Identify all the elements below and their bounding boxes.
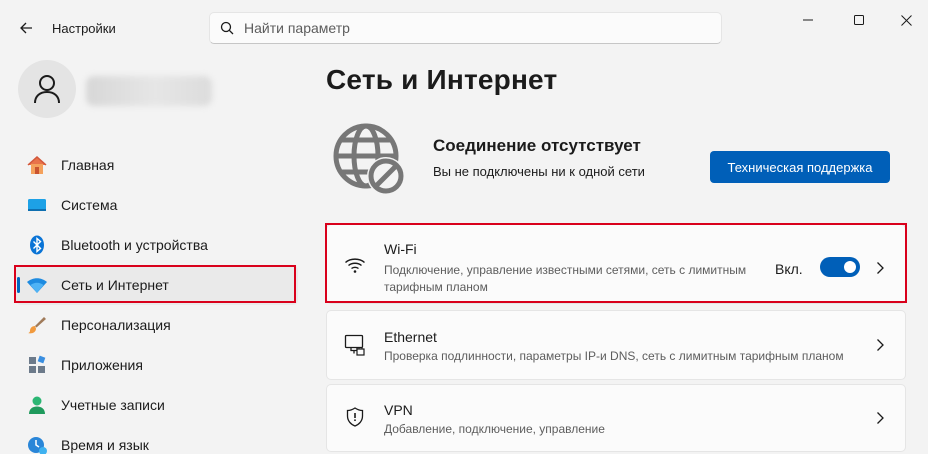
sidebar-item-label: Сеть и Интернет [61, 277, 169, 293]
vpn-subtitle: Добавление, подключение, управление [384, 422, 605, 436]
search-box[interactable] [209, 12, 722, 44]
chevron-right-icon [877, 412, 884, 424]
wifi-toggle[interactable] [820, 257, 860, 277]
back-button[interactable] [12, 14, 40, 42]
sidebar-item-personalization[interactable]: Персонализация [16, 305, 298, 345]
close-icon [900, 14, 912, 26]
wifi-subtitle-line2: тарифным планом [384, 280, 488, 294]
ethernet-title: Ethernet [384, 329, 437, 345]
wifi-settings-card[interactable]: Wi-Fi Подключение, управление известными… [325, 223, 907, 304]
wifi-icon [343, 253, 367, 277]
sidebar-item-network[interactable]: Сеть и Интернет [14, 265, 298, 305]
wifi-toggle-state-label: Вкл. [775, 261, 803, 277]
sidebar-item-label: Bluetooth и устройства [61, 237, 208, 253]
globe-disconnected-icon [333, 123, 405, 195]
person-icon [34, 75, 60, 104]
tech-support-button[interactable]: Техническая поддержка [710, 151, 890, 183]
ethernet-settings-card[interactable]: Ethernet Проверка подлинности, параметры… [326, 310, 906, 380]
sidebar-item-label: Приложения [61, 357, 143, 373]
sidebar-item-label: Время и язык [61, 437, 149, 453]
sidebar-item-bluetooth[interactable]: Bluetooth и устройства [16, 225, 298, 265]
search-input[interactable] [244, 20, 684, 36]
avatar[interactable] [18, 60, 76, 118]
minimize-icon [803, 19, 813, 21]
minimize-button[interactable] [788, 6, 828, 34]
status-subtitle: Вы не подключены ни к одной сети [433, 164, 645, 179]
sidebar-item-home[interactable]: Главная [16, 145, 298, 185]
page-title: Сеть и Интернет [326, 64, 558, 95]
brush-icon [26, 314, 48, 336]
home-icon [26, 154, 48, 176]
wifi-subtitle-line1: Подключение, управление известными сетям… [384, 263, 747, 277]
chevron-right-icon [877, 262, 884, 274]
toggle-knob [844, 261, 856, 273]
vpn-settings-card[interactable]: VPN Добавление, подключение, управление [326, 384, 906, 452]
app-title: Настройки [52, 21, 116, 36]
sidebar-item-label: Система [61, 197, 118, 213]
wifi-title: Wi-Fi [384, 241, 417, 257]
connection-status-banner: Соединение отсутствует Вы не подключены … [330, 120, 910, 200]
search-icon [220, 21, 234, 35]
time-language-icon [26, 434, 48, 454]
network-icon [26, 274, 48, 296]
accounts-icon [26, 394, 48, 416]
username-blurred [86, 76, 212, 106]
shield-icon [343, 405, 367, 429]
arrow-left-icon [20, 22, 32, 34]
sidebar-item-system[interactable]: Система [16, 185, 298, 225]
sidebar-item-apps[interactable]: Приложения [16, 345, 298, 385]
ethernet-icon [343, 333, 367, 357]
apps-icon [26, 354, 48, 376]
system-icon [26, 194, 48, 216]
ethernet-subtitle: Проверка подлинности, параметры IP-и DNS… [384, 349, 844, 363]
status-title: Соединение отсутствует [433, 136, 641, 155]
maximize-button[interactable] [839, 6, 879, 34]
chevron-right-icon [877, 339, 884, 351]
title-bar: Настройки [0, 0, 928, 56]
sidebar-item-label: Главная [61, 157, 115, 173]
close-button[interactable] [886, 6, 926, 34]
maximize-icon [854, 15, 864, 25]
vpn-title: VPN [384, 402, 413, 418]
bluetooth-icon [26, 234, 48, 256]
sidebar-item-accounts[interactable]: Учетные записи [16, 385, 298, 425]
sidebar-nav: Главная Система Bluetooth и устройства С… [14, 145, 298, 454]
sidebar-item-time-language[interactable]: Время и язык [16, 425, 298, 454]
sidebar-item-label: Учетные записи [61, 397, 165, 413]
sidebar-item-label: Персонализация [61, 317, 171, 333]
